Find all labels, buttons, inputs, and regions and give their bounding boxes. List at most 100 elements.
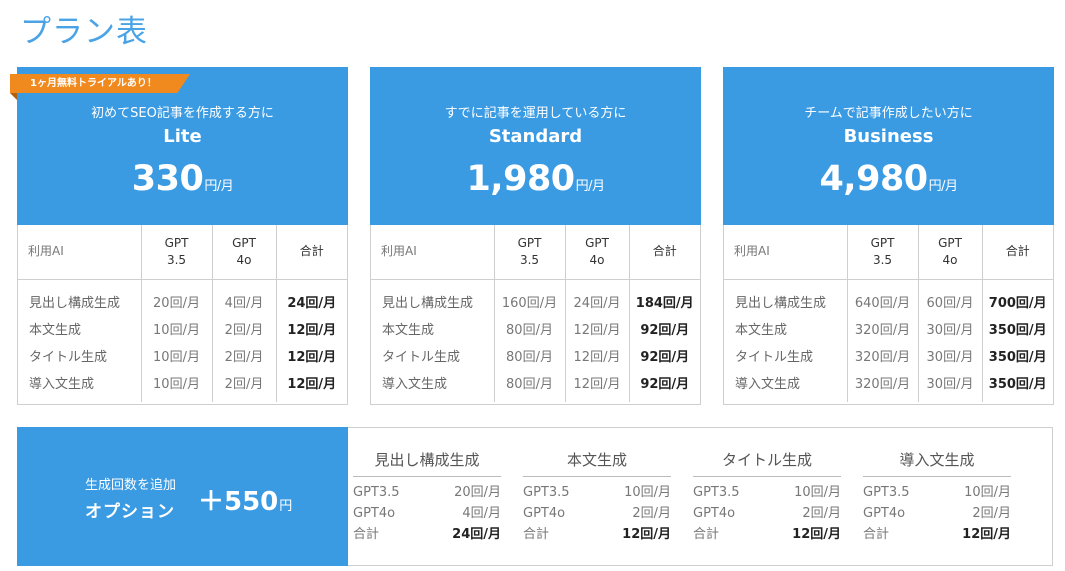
cell-total: 92回/月 (640, 377, 690, 392)
header-gpt35-line2: 3.5 (872, 252, 893, 267)
option-row-gpt35: GPT3.5 10回/月 (863, 482, 1011, 503)
cell-gpt4o: 60回/月 (918, 279, 983, 315)
option-row-gpt4o: GPT4o 2回/月 (863, 503, 1011, 524)
table-row: 本文生成 320回/月 30回/月 350回/月 (724, 315, 1053, 342)
option-row-label: GPT4o (693, 506, 736, 521)
option-row-value: 20回/月 (454, 485, 501, 500)
cell-gpt4o: 24回/月 (565, 279, 630, 315)
option-row-value: 2回/月 (972, 506, 1011, 521)
option-row-label: GPT4o (353, 506, 396, 521)
option-column: 導入文生成 GPT3.5 10回/月 GPT4o 2回/月 合計 12回/月 (863, 449, 1011, 545)
header-gpt4o-line1: GPT (585, 235, 609, 250)
option-row-gpt35: GPT3.5 20回/月 (353, 482, 501, 503)
option-row-label: GPT3.5 (693, 485, 740, 500)
header-gpt35: GPT 3.5 (141, 225, 213, 280)
plan-price: 1,980円/月 (370, 159, 701, 199)
plan-price-unit: 円/月 (204, 179, 234, 194)
option-row-value: 10回/月 (794, 485, 841, 500)
cell-label: 見出し構成生成 (724, 279, 848, 315)
header-gpt4o-line2: 4o (236, 252, 252, 267)
option-header: 生成回数を追加 オプション ＋550円 (17, 427, 348, 566)
plan-price-unit: 円/月 (575, 179, 605, 194)
option-row-label: GPT3.5 (863, 485, 910, 500)
header-gpt35-line1: GPT (517, 235, 542, 250)
option-column-title: 導入文生成 (863, 449, 1011, 477)
plan-card-business: チームで記事作成したい方に Business 4,980円/月 利用AI GPT… (723, 67, 1054, 405)
option-row-value: 10回/月 (964, 485, 1011, 500)
cell-gpt35: 160回/月 (494, 279, 566, 315)
plan-card-standard: すでに記事を運用している方に Standard 1,980円/月 利用AI GP… (370, 67, 701, 405)
cell-gpt35: 20回/月 (141, 279, 213, 315)
plan-tagline: 初めてSEO記事を作成する方に (91, 106, 274, 121)
cell-gpt4o: 12回/月 (565, 342, 630, 369)
cell-gpt4o: 2回/月 (212, 342, 277, 369)
page-title: プラン表 (20, 14, 148, 50)
option-row-total: 合計 12回/月 (693, 524, 841, 545)
option-row-label: 合計 (523, 527, 550, 542)
plan-card-lite: 初めてSEO記事を作成する方に Lite 330円/月 利用AI GPT 3.5 … (17, 67, 348, 405)
table-row: 導入文生成 10回/月 2回/月 12回/月 (18, 369, 347, 402)
header-gpt4o-line1: GPT (232, 235, 256, 250)
cell-total: 12回/月 (287, 323, 337, 338)
cell-gpt4o: 12回/月 (565, 369, 630, 402)
cell-gpt4o: 30回/月 (918, 342, 983, 369)
cell-gpt35: 640回/月 (847, 279, 919, 315)
header-gpt35-line2: 3.5 (519, 252, 540, 267)
cell-gpt35: 10回/月 (141, 315, 213, 342)
option-row-value: 4回/月 (462, 506, 501, 521)
header-gpt4o: GPT 4o (212, 225, 277, 280)
option-name: オプション (85, 502, 175, 522)
cell-total: 184回/月 (635, 295, 694, 311)
header-gpt35: GPT 3.5 (847, 225, 919, 280)
cell-label: 導入文生成 (724, 369, 848, 402)
option-column: タイトル生成 GPT3.5 10回/月 GPT4o 2回/月 合計 12回/月 (693, 449, 841, 545)
option-row-value: 24回/月 (452, 527, 501, 542)
table-row: 見出し構成生成 640回/月 60回/月 700回/月 (724, 279, 1053, 315)
option-row-gpt4o: GPT4o 2回/月 (523, 503, 671, 524)
option-row-value: 12回/月 (792, 527, 841, 542)
table-header-row: 利用AI GPT 3.5 GPT 4o 合計 (371, 225, 700, 280)
header-total: 合計 (629, 225, 700, 280)
header-ai: 利用AI (371, 225, 495, 280)
cell-gpt4o: 4回/月 (212, 279, 277, 315)
cell-gpt4o: 30回/月 (918, 315, 983, 342)
cell-label: 導入文生成 (18, 369, 142, 402)
cell-total: 350回/月 (988, 377, 1047, 392)
plan-price-unit: 円/月 (928, 179, 958, 194)
cell-gpt35: 320回/月 (847, 315, 919, 342)
option-row-gpt35: GPT3.5 10回/月 (523, 482, 671, 503)
cell-label: 本文生成 (371, 315, 495, 342)
plan-price: 4,980円/月 (723, 159, 1054, 199)
plan-price-value: 330 (131, 159, 204, 199)
option-row-total: 合計 12回/月 (523, 524, 671, 545)
cell-gpt4o: 2回/月 (212, 315, 277, 342)
cell-label: 見出し構成生成 (18, 279, 142, 315)
header-gpt4o-line1: GPT (938, 235, 962, 250)
cell-label: 本文生成 (18, 315, 142, 342)
plan-name: Lite (163, 126, 202, 147)
plan-name: Business (843, 126, 934, 147)
header-gpt35-line1: GPT (164, 235, 189, 250)
cell-total: 92回/月 (640, 350, 690, 365)
header-gpt35-line2: 3.5 (166, 252, 187, 267)
plan-usage-table: 利用AI GPT 3.5 GPT 4o 合計 見出し構成生成 640回/月 60回/月 7… (724, 225, 1053, 402)
cell-label: タイトル生成 (18, 342, 142, 369)
option-row-label: 合計 (863, 527, 890, 542)
cell-gpt35: 10回/月 (141, 342, 213, 369)
option-row-value: 12回/月 (622, 527, 671, 542)
cell-gpt35: 320回/月 (847, 342, 919, 369)
header-gpt4o-line2: 4o (942, 252, 958, 267)
option-row-label: 合計 (693, 527, 720, 542)
plan-tagline: すでに記事を運用している方に (444, 106, 627, 121)
cell-total: 12回/月 (287, 377, 337, 392)
header-gpt4o: GPT 4o (918, 225, 983, 280)
option-column-title: 本文生成 (523, 449, 671, 477)
cell-total: 92回/月 (640, 323, 690, 338)
option-row-label: GPT4o (863, 506, 906, 521)
table-header-row: 利用AI GPT 3.5 GPT 4o 合計 (18, 225, 347, 280)
cell-total: 24回/月 (287, 295, 337, 311)
cell-label: タイトル生成 (724, 342, 848, 369)
free-trial-badge: 1ヶ月無料トライアルあり！ (10, 74, 190, 93)
option-column: 本文生成 GPT3.5 10回/月 GPT4o 2回/月合計 12回/月 (523, 449, 671, 545)
option-row-gpt4o: GPT4o 4回/月 (353, 503, 501, 524)
